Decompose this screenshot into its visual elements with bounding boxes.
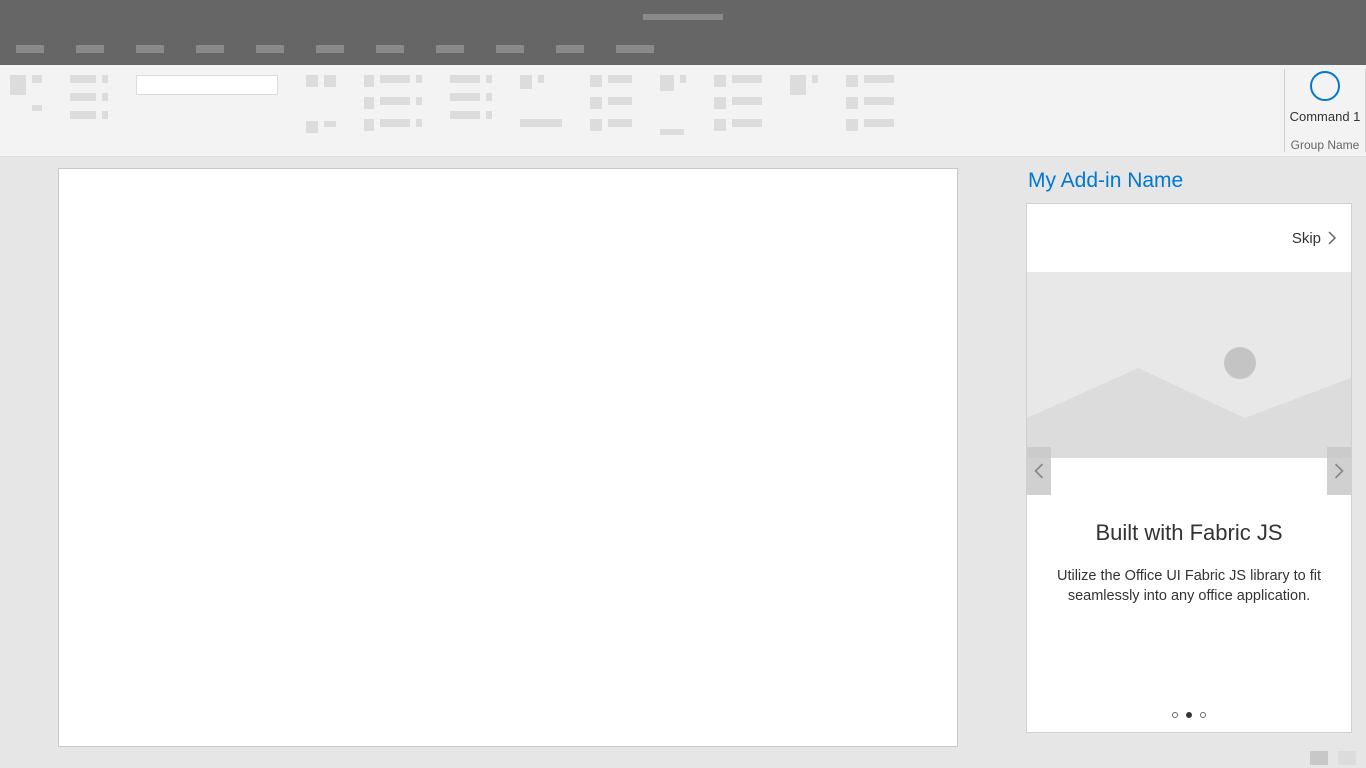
title-bar bbox=[0, 0, 1366, 33]
ribbon-tab[interactable] bbox=[316, 45, 344, 53]
ribbon-controls bbox=[0, 65, 1284, 156]
view-button[interactable] bbox=[1338, 751, 1356, 765]
ribbon-tab[interactable] bbox=[436, 45, 464, 53]
document-area bbox=[0, 157, 1016, 747]
carousel-dot[interactable] bbox=[1200, 712, 1206, 718]
ribbon-group bbox=[590, 75, 632, 131]
ribbon-tab[interactable] bbox=[256, 45, 284, 53]
card-header: Skip bbox=[1027, 204, 1351, 272]
command-icon bbox=[1310, 71, 1340, 101]
card-heading: Built with Fabric JS bbox=[1047, 520, 1331, 546]
ribbon-tab[interactable] bbox=[196, 45, 224, 53]
ribbon-tab[interactable] bbox=[16, 45, 44, 53]
chevron-right-icon bbox=[1327, 231, 1337, 245]
ribbon-group bbox=[10, 75, 42, 111]
onboarding-card: Skip Built with Fabric JS Utilize the Of… bbox=[1026, 203, 1352, 733]
ribbon-tab[interactable] bbox=[616, 45, 654, 53]
ribbon-tab[interactable] bbox=[556, 45, 584, 53]
card-text: Utilize the Office UI Fabric JS library … bbox=[1047, 566, 1331, 607]
ribbon-group bbox=[660, 75, 686, 135]
ribbon-group bbox=[790, 75, 818, 95]
carousel-dot[interactable] bbox=[1172, 712, 1178, 718]
ribbon-group bbox=[136, 75, 278, 145]
ribbon-group bbox=[846, 75, 894, 131]
mountains-icon bbox=[1027, 348, 1351, 458]
ribbon-tabs bbox=[0, 33, 1366, 65]
document-page[interactable] bbox=[58, 168, 958, 747]
ribbon-group-label: Group Name bbox=[1291, 138, 1360, 156]
taskpane-title: My Add-in Name bbox=[1026, 169, 1352, 193]
ribbon-tab[interactable] bbox=[76, 45, 104, 53]
carousel-dot[interactable] bbox=[1186, 712, 1192, 718]
card-body: Built with Fabric JS Utilize the Office … bbox=[1027, 458, 1351, 732]
ribbon-group bbox=[70, 75, 108, 119]
command-label: Command 1 bbox=[1290, 109, 1361, 124]
ribbon-group bbox=[520, 75, 562, 127]
ribbon-tab[interactable] bbox=[496, 45, 524, 53]
ribbon-group bbox=[714, 75, 762, 131]
ribbon-group bbox=[450, 75, 492, 119]
ribbon-addin-group: Command 1 Group Name bbox=[1285, 65, 1365, 156]
ribbon: Command 1 Group Name bbox=[0, 65, 1366, 157]
main-area: My Add-in Name Skip Built bbox=[0, 157, 1366, 747]
task-pane: My Add-in Name Skip Built bbox=[1016, 157, 1366, 747]
skip-button[interactable]: Skip bbox=[1292, 230, 1337, 247]
skip-label: Skip bbox=[1292, 230, 1321, 247]
status-bar bbox=[0, 747, 1366, 768]
carousel-dots bbox=[1027, 712, 1351, 718]
view-button[interactable] bbox=[1310, 751, 1328, 765]
title-placeholder bbox=[643, 14, 723, 20]
hero-image bbox=[1027, 272, 1351, 458]
command-1-button[interactable]: Command 1 bbox=[1285, 65, 1365, 124]
ribbon-tab[interactable] bbox=[136, 45, 164, 53]
ribbon-group bbox=[364, 75, 422, 131]
ribbon-tab[interactable] bbox=[376, 45, 404, 53]
ribbon-group bbox=[306, 75, 336, 133]
